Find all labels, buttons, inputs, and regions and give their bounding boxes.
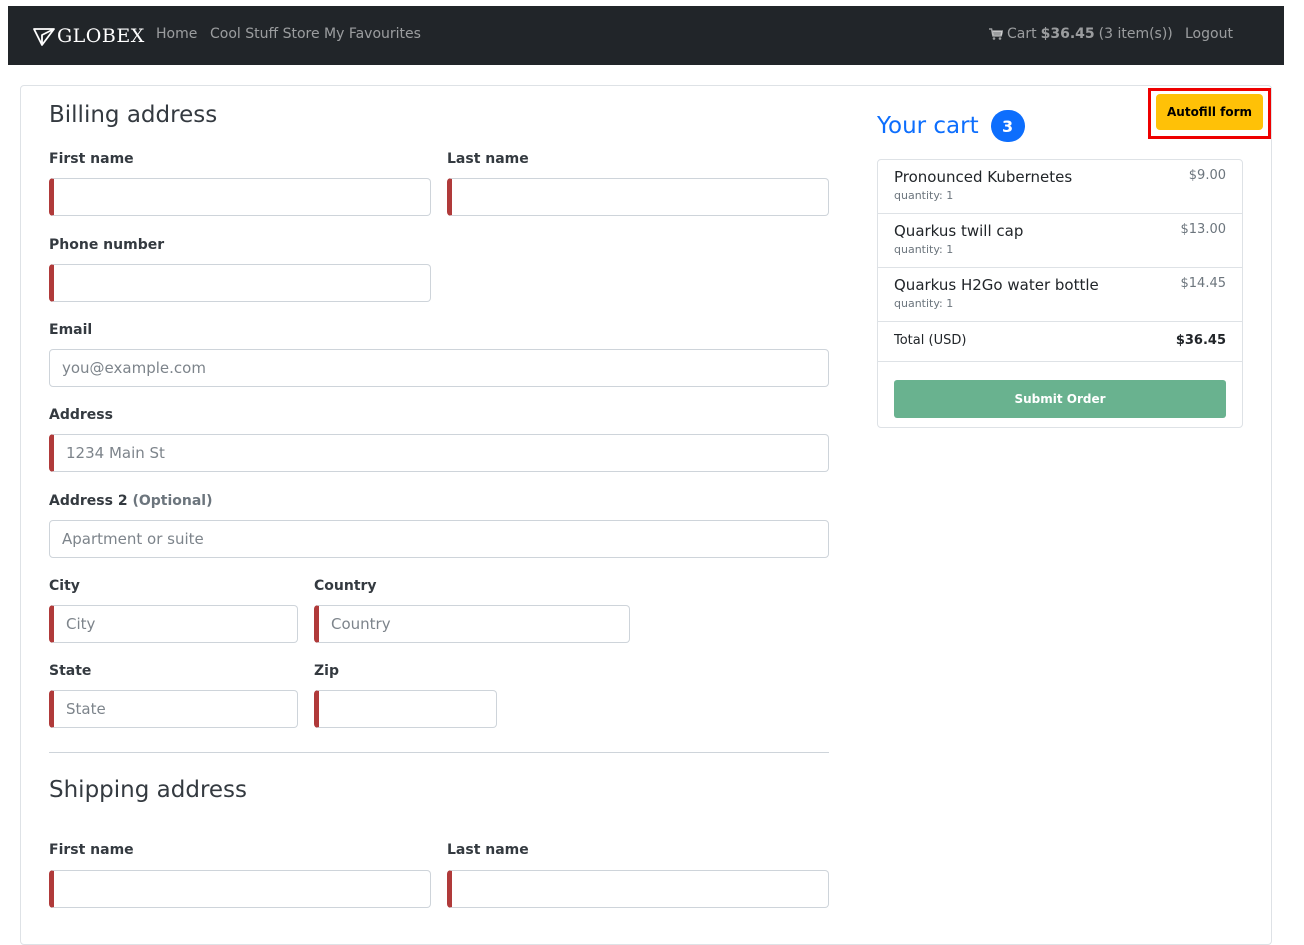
billing-phone-input[interactable] (49, 264, 431, 302)
cart-submit-row: Submit Order (878, 362, 1242, 427)
item-quantity: quantity: 1 (894, 243, 954, 256)
item-quantity: quantity: 1 (894, 297, 954, 310)
billing-state-input[interactable] (49, 690, 298, 728)
section-divider (49, 752, 829, 753)
billing-first-name-label: First name (49, 151, 134, 167)
billing-address2-input[interactable] (49, 520, 829, 558)
shipping-first-name-input[interactable] (49, 870, 431, 908)
shipping-last-name-label: Last name (447, 842, 529, 858)
billing-title: Billing address (49, 102, 218, 128)
item-name: Quarkus H2Go water bottle (894, 276, 1099, 294)
billing-email-input[interactable] (49, 349, 829, 387)
billing-email-label: Email (49, 322, 93, 338)
total-label: Total (USD) (894, 333, 967, 348)
item-name: Quarkus twill cap (894, 222, 1024, 240)
globex-logo-icon (33, 28, 55, 46)
nav-link-cool-stuff-store[interactable]: Cool Stuff Store (210, 26, 320, 42)
logout-link[interactable]: Logout (1185, 26, 1233, 42)
billing-country-label: Country (314, 578, 377, 594)
billing-city-input[interactable] (49, 605, 298, 643)
shipping-last-name-input[interactable] (447, 870, 829, 908)
address2-label-text: Address 2 (49, 493, 128, 509)
item-price: $14.45 (1180, 276, 1227, 291)
autofill-form-button[interactable]: Autofill form (1156, 94, 1263, 130)
billing-last-name-label: Last name (447, 151, 529, 167)
cart-total-row: Total (USD) $36.45 (878, 322, 1242, 362)
optional-tag: (Optional) (132, 493, 213, 509)
total-value: $36.45 (1175, 333, 1226, 348)
cart-amount: $36.45 (1040, 26, 1095, 42)
billing-address-input[interactable] (49, 434, 829, 472)
nav-link-home[interactable]: Home (156, 26, 197, 42)
cart-item: Quarkus H2Go water bottle quantity: 1 $1… (878, 268, 1242, 322)
brand-logo[interactable]: GLOBEX (33, 24, 145, 48)
submit-order-button[interactable]: Submit Order (894, 380, 1226, 418)
billing-phone-label: Phone number (49, 237, 165, 253)
top-navbar: GLOBEX Home Cool Stuff Store My Favourit… (8, 6, 1284, 65)
billing-zip-input[interactable] (314, 690, 497, 728)
billing-address2-label: Address 2 (Optional) (49, 493, 212, 509)
cart-count-badge: 3 (990, 110, 1025, 142)
cart-heading: Your cart 3 (877, 110, 1025, 142)
billing-state-label: State (49, 663, 92, 679)
cart-list: Pronounced Kubernetes quantity: 1 $9.00 … (877, 159, 1243, 428)
item-name: Pronounced Kubernetes (894, 168, 1073, 186)
cart-count: (3 item(s)) (1098, 26, 1173, 42)
brand-name: GLOBEX (57, 25, 145, 47)
shipping-title: Shipping address (49, 777, 248, 803)
item-price: $13.00 (1180, 222, 1227, 237)
billing-country-input[interactable] (314, 605, 630, 643)
item-quantity: quantity: 1 (894, 189, 954, 202)
billing-city-label: City (49, 578, 80, 594)
cart-item: Pronounced Kubernetes quantity: 1 $9.00 (878, 160, 1242, 214)
cart-item: Quarkus twill cap quantity: 1 $13.00 (878, 214, 1242, 268)
billing-first-name-input[interactable] (49, 178, 431, 216)
cart-label: Cart (1007, 26, 1037, 42)
billing-zip-label: Zip (314, 663, 339, 679)
cart-title-text: Your cart (877, 113, 979, 139)
billing-last-name-input[interactable] (447, 178, 829, 216)
nav-link-my-favourites[interactable]: My Favourites (324, 26, 421, 42)
shopping-cart-icon (989, 28, 1003, 40)
nav-cart-link[interactable]: Cart $36.45 (3 item(s)) (989, 26, 1173, 42)
shipping-first-name-label: First name (49, 842, 134, 858)
billing-address-label: Address (49, 407, 113, 423)
item-price: $9.00 (1188, 168, 1226, 183)
